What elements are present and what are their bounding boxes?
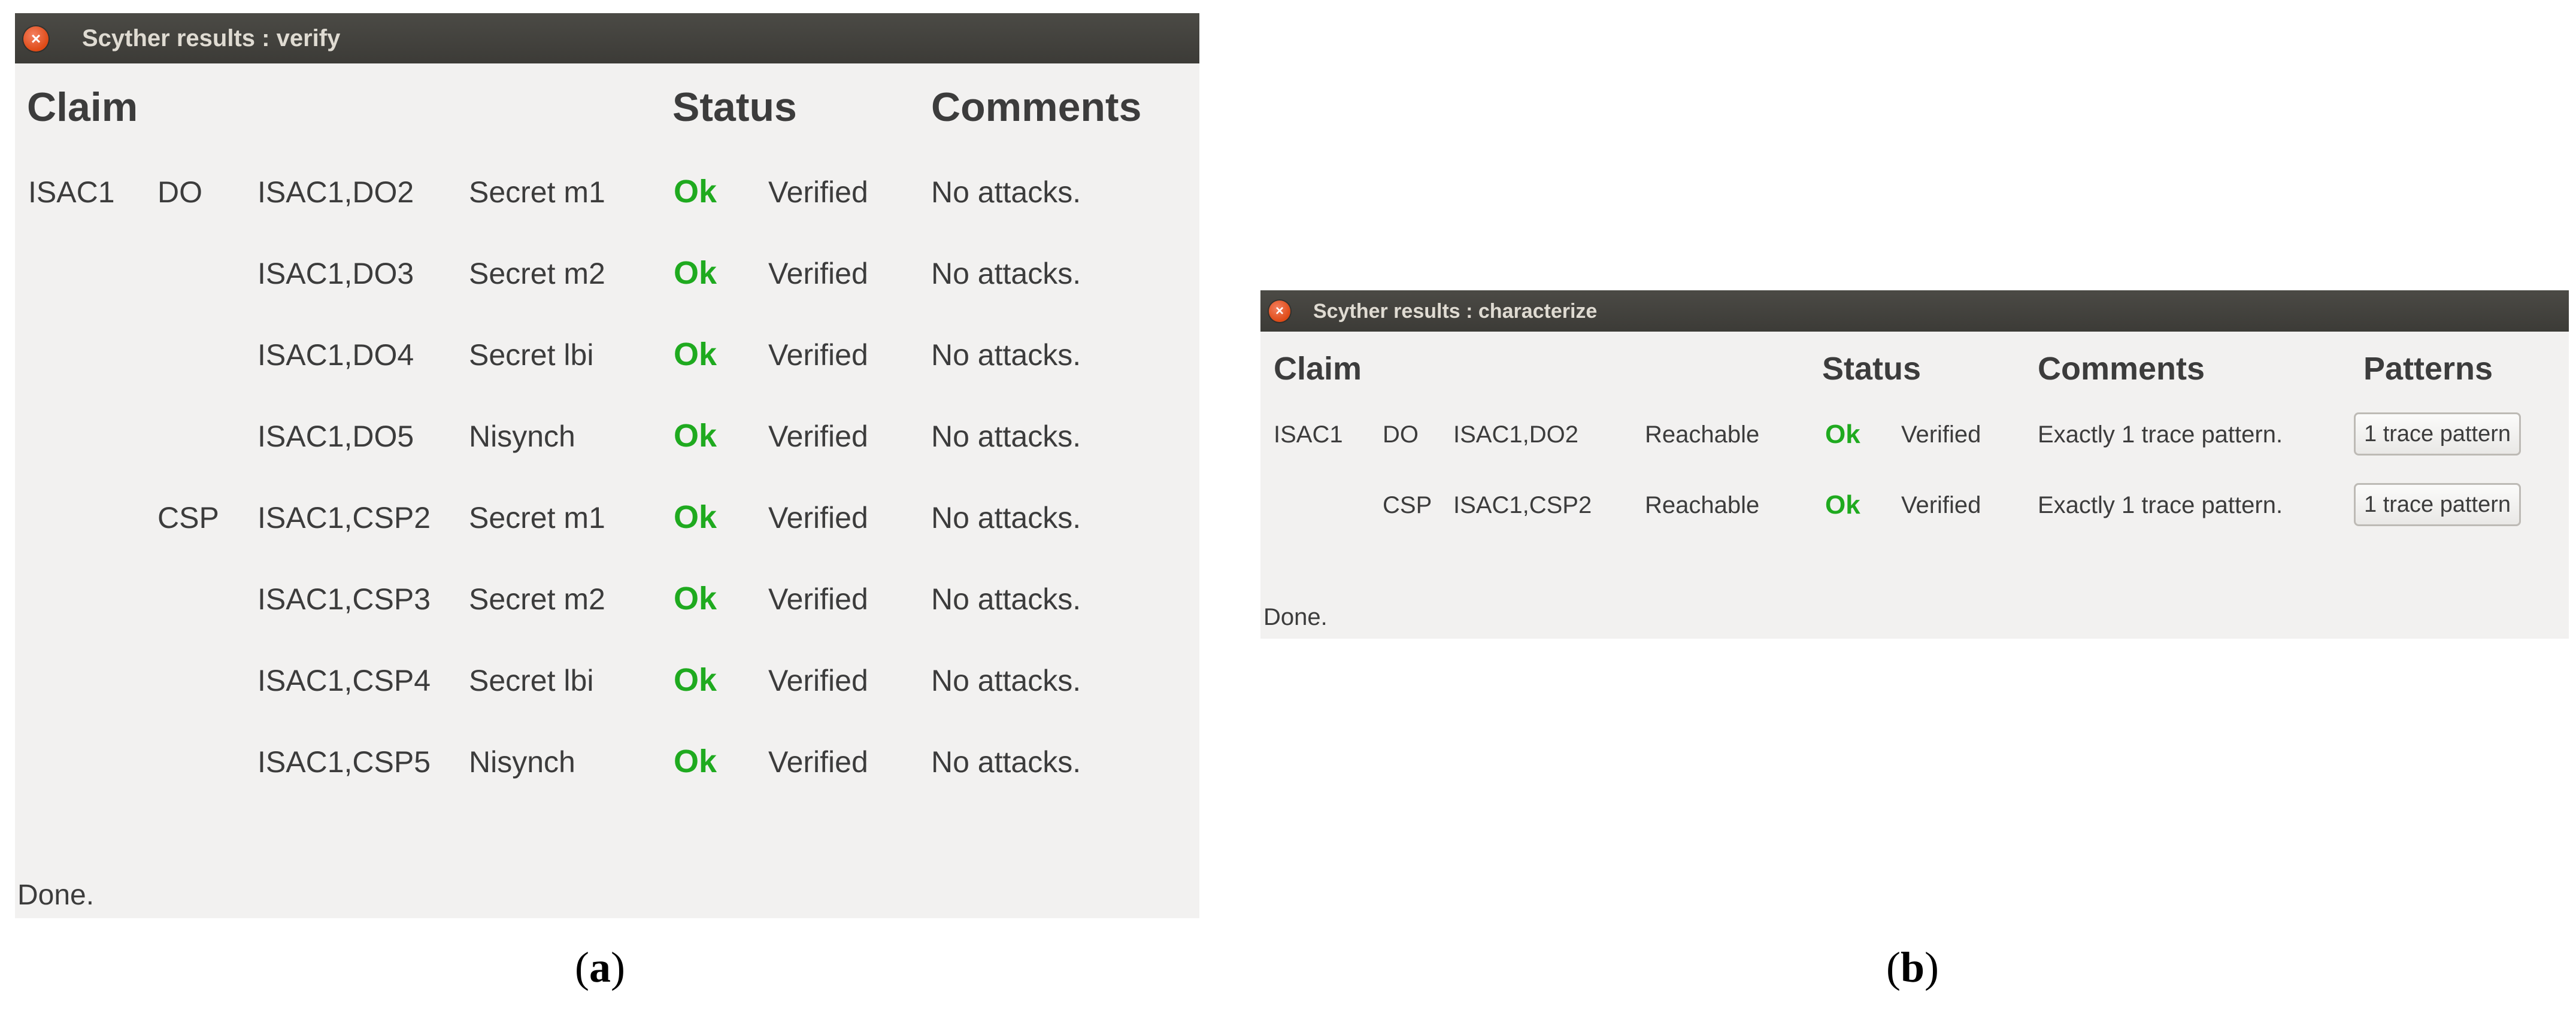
window-title: Scyther results : characterize [1313, 300, 1598, 323]
claim-id-cell: ISAC1,DO2 [1453, 421, 1578, 448]
status-line: Done. [1263, 604, 1328, 630]
result-cell: Verified [768, 501, 868, 535]
comment-cell: Exactly 1 trace pattern. [2038, 421, 2283, 448]
claim-type-cell: Secret m2 [469, 582, 605, 616]
claim-type-cell: Nisynch [469, 420, 575, 453]
caption-b: (b) [1886, 943, 1939, 991]
role-cell: DO [1383, 421, 1419, 448]
claim-id-cell: ISAC1,CSP5 [257, 745, 431, 779]
comment-cell: No attacks. [931, 582, 1081, 616]
comment-cell: No attacks. [931, 338, 1081, 372]
role-cell: DO [157, 175, 202, 209]
status-line: Done. [17, 879, 95, 911]
claim-id-cell: ISAC1,DO5 [257, 420, 414, 453]
patterns-header: Patterns [2363, 351, 2493, 387]
result-cell: Verified [768, 420, 868, 453]
result-cell: Verified [768, 664, 868, 697]
claim-type-cell: Secret m1 [469, 501, 605, 535]
claim-id-cell: ISAC1,DO3 [257, 257, 414, 290]
status-ok: Ok [674, 662, 717, 698]
claim-type-cell: Secret m2 [469, 257, 605, 290]
status-ok: Ok [674, 336, 717, 372]
comment-cell: Exactly 1 trace pattern. [2038, 492, 2283, 518]
result-cell: Verified [768, 257, 868, 290]
result-cell: Verified [768, 582, 868, 616]
trace-pattern-button[interactable]: 1 trace pattern [2354, 412, 2522, 456]
claim-header: Claim [27, 84, 138, 130]
close-icon[interactable]: × [23, 26, 49, 51]
result-cell: Verified [1901, 421, 1981, 448]
caption-a: (a) [575, 943, 625, 991]
status-ok: Ok [674, 174, 717, 210]
status-ok: Ok [1825, 490, 1860, 520]
protocol-cell: ISAC1 [1274, 421, 1343, 448]
claim-id-cell: ISAC1,CSP3 [257, 582, 431, 616]
claim-id-cell: ISAC1,CSP2 [257, 501, 431, 535]
comment-cell: No attacks. [931, 745, 1081, 779]
claim-type-cell: Secret m1 [469, 175, 605, 209]
result-cell: Verified [1901, 492, 1981, 518]
claim-type-cell: Reachable [1645, 492, 1760, 518]
status-ok: Ok [674, 255, 717, 291]
claim-id-cell: ISAC1,DO4 [257, 338, 414, 372]
status-ok: Ok [674, 581, 717, 617]
trace-pattern-button[interactable]: 1 trace pattern [2354, 483, 2522, 526]
claim-type-cell: Secret lbi [469, 664, 594, 697]
window-titlebar[interactable]: × Scyther results : characterize [1260, 290, 2569, 332]
status-ok: Ok [674, 743, 717, 779]
verify-results-window: × Scyther results : verify Claim Status … [15, 13, 1199, 918]
comment-cell: No attacks. [931, 420, 1081, 453]
role-cell: CSP [157, 501, 219, 535]
comments-header: Comments [931, 84, 1142, 130]
status-ok: Ok [1825, 420, 1860, 449]
claim-id-cell: ISAC1,CSP4 [257, 664, 431, 697]
comment-cell: No attacks. [931, 175, 1081, 209]
claim-type-cell: Secret lbi [469, 338, 594, 372]
result-cell: Verified [768, 175, 868, 209]
claim-id-cell: ISAC1,DO2 [257, 175, 414, 209]
claim-type-cell: Nisynch [469, 745, 575, 779]
role-cell: CSP [1383, 492, 1432, 518]
status-ok: Ok [674, 499, 717, 535]
protocol-cell: ISAC1 [28, 175, 115, 209]
comment-cell: No attacks. [931, 501, 1081, 535]
comments-header: Comments [2038, 351, 2205, 387]
result-cell: Verified [768, 745, 868, 779]
status-ok: Ok [674, 418, 717, 454]
claim-id-cell: ISAC1,CSP2 [1453, 492, 1592, 518]
window-titlebar[interactable]: × Scyther results : verify [15, 13, 1199, 63]
window-title: Scyther results : verify [82, 25, 341, 51]
status-header: Status [1822, 351, 1922, 387]
comment-cell: No attacks. [931, 257, 1081, 290]
comment-cell: No attacks. [931, 664, 1081, 697]
close-icon[interactable]: × [1269, 300, 1290, 322]
characterize-results-window: × Scyther results : characterize Claim S… [1260, 290, 2569, 639]
status-header: Status [672, 84, 797, 130]
claim-type-cell: Reachable [1645, 421, 1760, 448]
result-cell: Verified [768, 338, 868, 372]
claim-header: Claim [1274, 351, 1362, 387]
